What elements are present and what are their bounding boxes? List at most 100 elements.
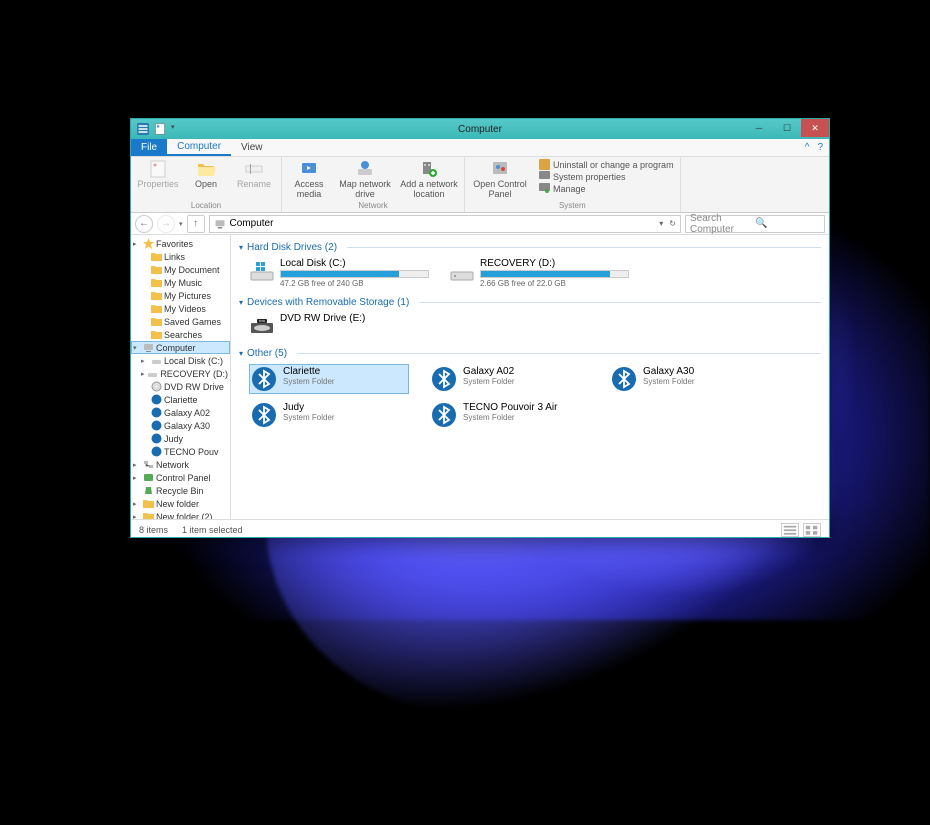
properties-qat-icon[interactable] xyxy=(154,123,166,135)
app-icon xyxy=(137,123,149,135)
drive-recovery-d[interactable]: RECOVERY (D:) 2.66 GB free of 22.0 GB xyxy=(449,258,629,288)
add-location-icon xyxy=(419,159,439,179)
disk-icon xyxy=(147,368,158,379)
back-button[interactable]: ← xyxy=(135,215,153,233)
tree-recovery[interactable]: ▸RECOVERY (D:) xyxy=(131,367,230,380)
bluetooth-icon xyxy=(251,366,277,392)
tree-music[interactable]: My Music xyxy=(131,276,230,289)
ribbon-group-location: Properties Open Rename Location xyxy=(131,157,282,212)
address-dropdown-icon[interactable]: ▾ xyxy=(659,219,663,228)
explorer-window: ▾ Computer ─ ☐ ✕ File Computer View ^ ? … xyxy=(130,118,830,538)
control-panel-button[interactable]: Open Control Panel xyxy=(471,159,529,200)
open-button[interactable]: Open xyxy=(185,159,227,190)
computer-icon xyxy=(214,218,226,230)
dvd-drive-icon: DVD xyxy=(249,313,275,339)
maximize-button[interactable]: ☐ xyxy=(773,119,801,137)
tree-links[interactable]: Links xyxy=(131,250,230,263)
folder-icon xyxy=(151,290,162,301)
address-bar[interactable]: Computer ▾ ↻ xyxy=(209,215,681,233)
properties-button[interactable]: Properties xyxy=(137,159,179,190)
disk-icon xyxy=(449,258,475,284)
window-controls: ─ ☐ ✕ xyxy=(745,119,829,137)
tree-judy[interactable]: Judy xyxy=(131,432,230,445)
group-other[interactable]: ▾ Other (5) xyxy=(239,345,821,362)
tab-view[interactable]: View xyxy=(231,140,273,155)
ribbon-collapse-icon[interactable]: ^ xyxy=(805,142,810,153)
details-view-icon xyxy=(782,524,798,536)
forward-button[interactable]: → xyxy=(157,215,175,233)
tree-recycle[interactable]: Recycle Bin xyxy=(131,484,230,497)
help-icon[interactable]: ? xyxy=(817,142,823,153)
tree-galaxy-a30[interactable]: Galaxy A30 xyxy=(131,419,230,432)
ribbon-group-network: Access media Map network drive Add a net… xyxy=(282,157,465,212)
content-pane: ▾ Hard Disk Drives (2) Local Disk (C:) 4… xyxy=(231,235,829,519)
quick-access-toolbar: ▾ xyxy=(131,123,181,135)
properties-icon xyxy=(148,159,168,179)
add-location-button[interactable]: Add a network location xyxy=(400,159,458,200)
svg-text:DVD: DVD xyxy=(259,319,266,323)
qat-dropdown-icon[interactable]: ▾ xyxy=(171,123,175,135)
tree-tecno[interactable]: TECNO Pouv xyxy=(131,445,230,458)
navigation-bar: ← → ▾ ↑ Computer ▾ ↻ Search Computer 🔍 xyxy=(131,213,829,235)
history-dropdown-icon[interactable]: ▾ xyxy=(179,220,183,228)
tree-clariette[interactable]: Clariette xyxy=(131,393,230,406)
disk-icon xyxy=(151,355,162,366)
up-button[interactable]: ↑ xyxy=(187,215,205,233)
folder-icon xyxy=(151,329,162,340)
other-galaxy-a30[interactable]: Galaxy A30System Folder xyxy=(609,364,769,394)
icons-view-button[interactable] xyxy=(803,523,821,537)
tree-control-panel[interactable]: ▸Control Panel xyxy=(131,471,230,484)
bluetooth-icon xyxy=(151,394,162,405)
tree-searches[interactable]: Searches xyxy=(131,328,230,341)
bluetooth-icon xyxy=(431,366,457,392)
status-bar: 8 items 1 item selected xyxy=(131,519,829,539)
search-icon: 🔍 xyxy=(755,218,820,229)
body: ▸Favorites Links My Document My Music My… xyxy=(131,235,829,519)
refresh-icon[interactable]: ↻ xyxy=(669,219,676,228)
group-hdd[interactable]: ▾ Hard Disk Drives (2) xyxy=(239,239,821,256)
folder-icon xyxy=(143,498,154,509)
tree-new-folder2[interactable]: ▸New folder (2) xyxy=(131,510,230,519)
other-tecno[interactable]: TECNO Pouvoir 3 AirSystem Folder xyxy=(429,400,589,430)
drive-dvd-e[interactable]: DVD DVD RW Drive (E:) xyxy=(249,313,429,339)
tree-documents[interactable]: My Document xyxy=(131,263,230,276)
bluetooth-icon xyxy=(151,446,162,457)
tree-saved-games[interactable]: Saved Games xyxy=(131,315,230,328)
bluetooth-icon xyxy=(151,420,162,431)
status-selection: 1 item selected xyxy=(182,525,243,535)
access-media-button[interactable]: Access media xyxy=(288,159,330,200)
other-galaxy-a02[interactable]: Galaxy A02System Folder xyxy=(429,364,589,394)
tab-file[interactable]: File xyxy=(131,139,167,156)
manage-button[interactable]: Manage xyxy=(539,183,674,194)
media-icon xyxy=(299,159,319,179)
tree-dvd[interactable]: DVD RW Drive xyxy=(131,380,230,393)
other-clariette[interactable]: ClarietteSystem Folder xyxy=(249,364,409,394)
titlebar: ▾ Computer ─ ☐ ✕ xyxy=(131,119,829,139)
map-drive-icon xyxy=(355,159,375,179)
tab-computer[interactable]: Computer xyxy=(167,139,231,156)
bluetooth-icon xyxy=(151,433,162,444)
drive-local-c[interactable]: Local Disk (C:) 47.2 GB free of 240 GB xyxy=(249,258,429,288)
other-judy[interactable]: JudySystem Folder xyxy=(249,400,409,430)
chevron-down-icon: ▾ xyxy=(239,349,243,358)
tree-computer[interactable]: ▾Computer xyxy=(131,341,230,354)
tree-galaxy-a02[interactable]: Galaxy A02 xyxy=(131,406,230,419)
search-input[interactable]: Search Computer 🔍 xyxy=(685,215,825,233)
tree-pictures[interactable]: My Pictures xyxy=(131,289,230,302)
uninstall-button[interactable]: Uninstall or change a program xyxy=(539,159,674,170)
details-view-button[interactable] xyxy=(781,523,799,537)
tree-local-disk[interactable]: ▸Local Disk (C:) xyxy=(131,354,230,367)
computer-icon xyxy=(143,342,154,353)
system-properties-button[interactable]: System properties xyxy=(539,171,674,182)
tree-new-folder[interactable]: ▸New folder xyxy=(131,497,230,510)
tree-network[interactable]: ▸Network xyxy=(131,458,230,471)
folder-icon xyxy=(143,511,154,519)
tree-favorites[interactable]: ▸Favorites xyxy=(131,237,230,250)
close-button[interactable]: ✕ xyxy=(801,119,829,137)
rename-button[interactable]: Rename xyxy=(233,159,275,190)
tree-videos[interactable]: My Videos xyxy=(131,302,230,315)
folder-icon xyxy=(151,277,162,288)
minimize-button[interactable]: ─ xyxy=(745,119,773,137)
group-removable[interactable]: ▾ Devices with Removable Storage (1) xyxy=(239,294,821,311)
map-drive-button[interactable]: Map network drive xyxy=(336,159,394,200)
